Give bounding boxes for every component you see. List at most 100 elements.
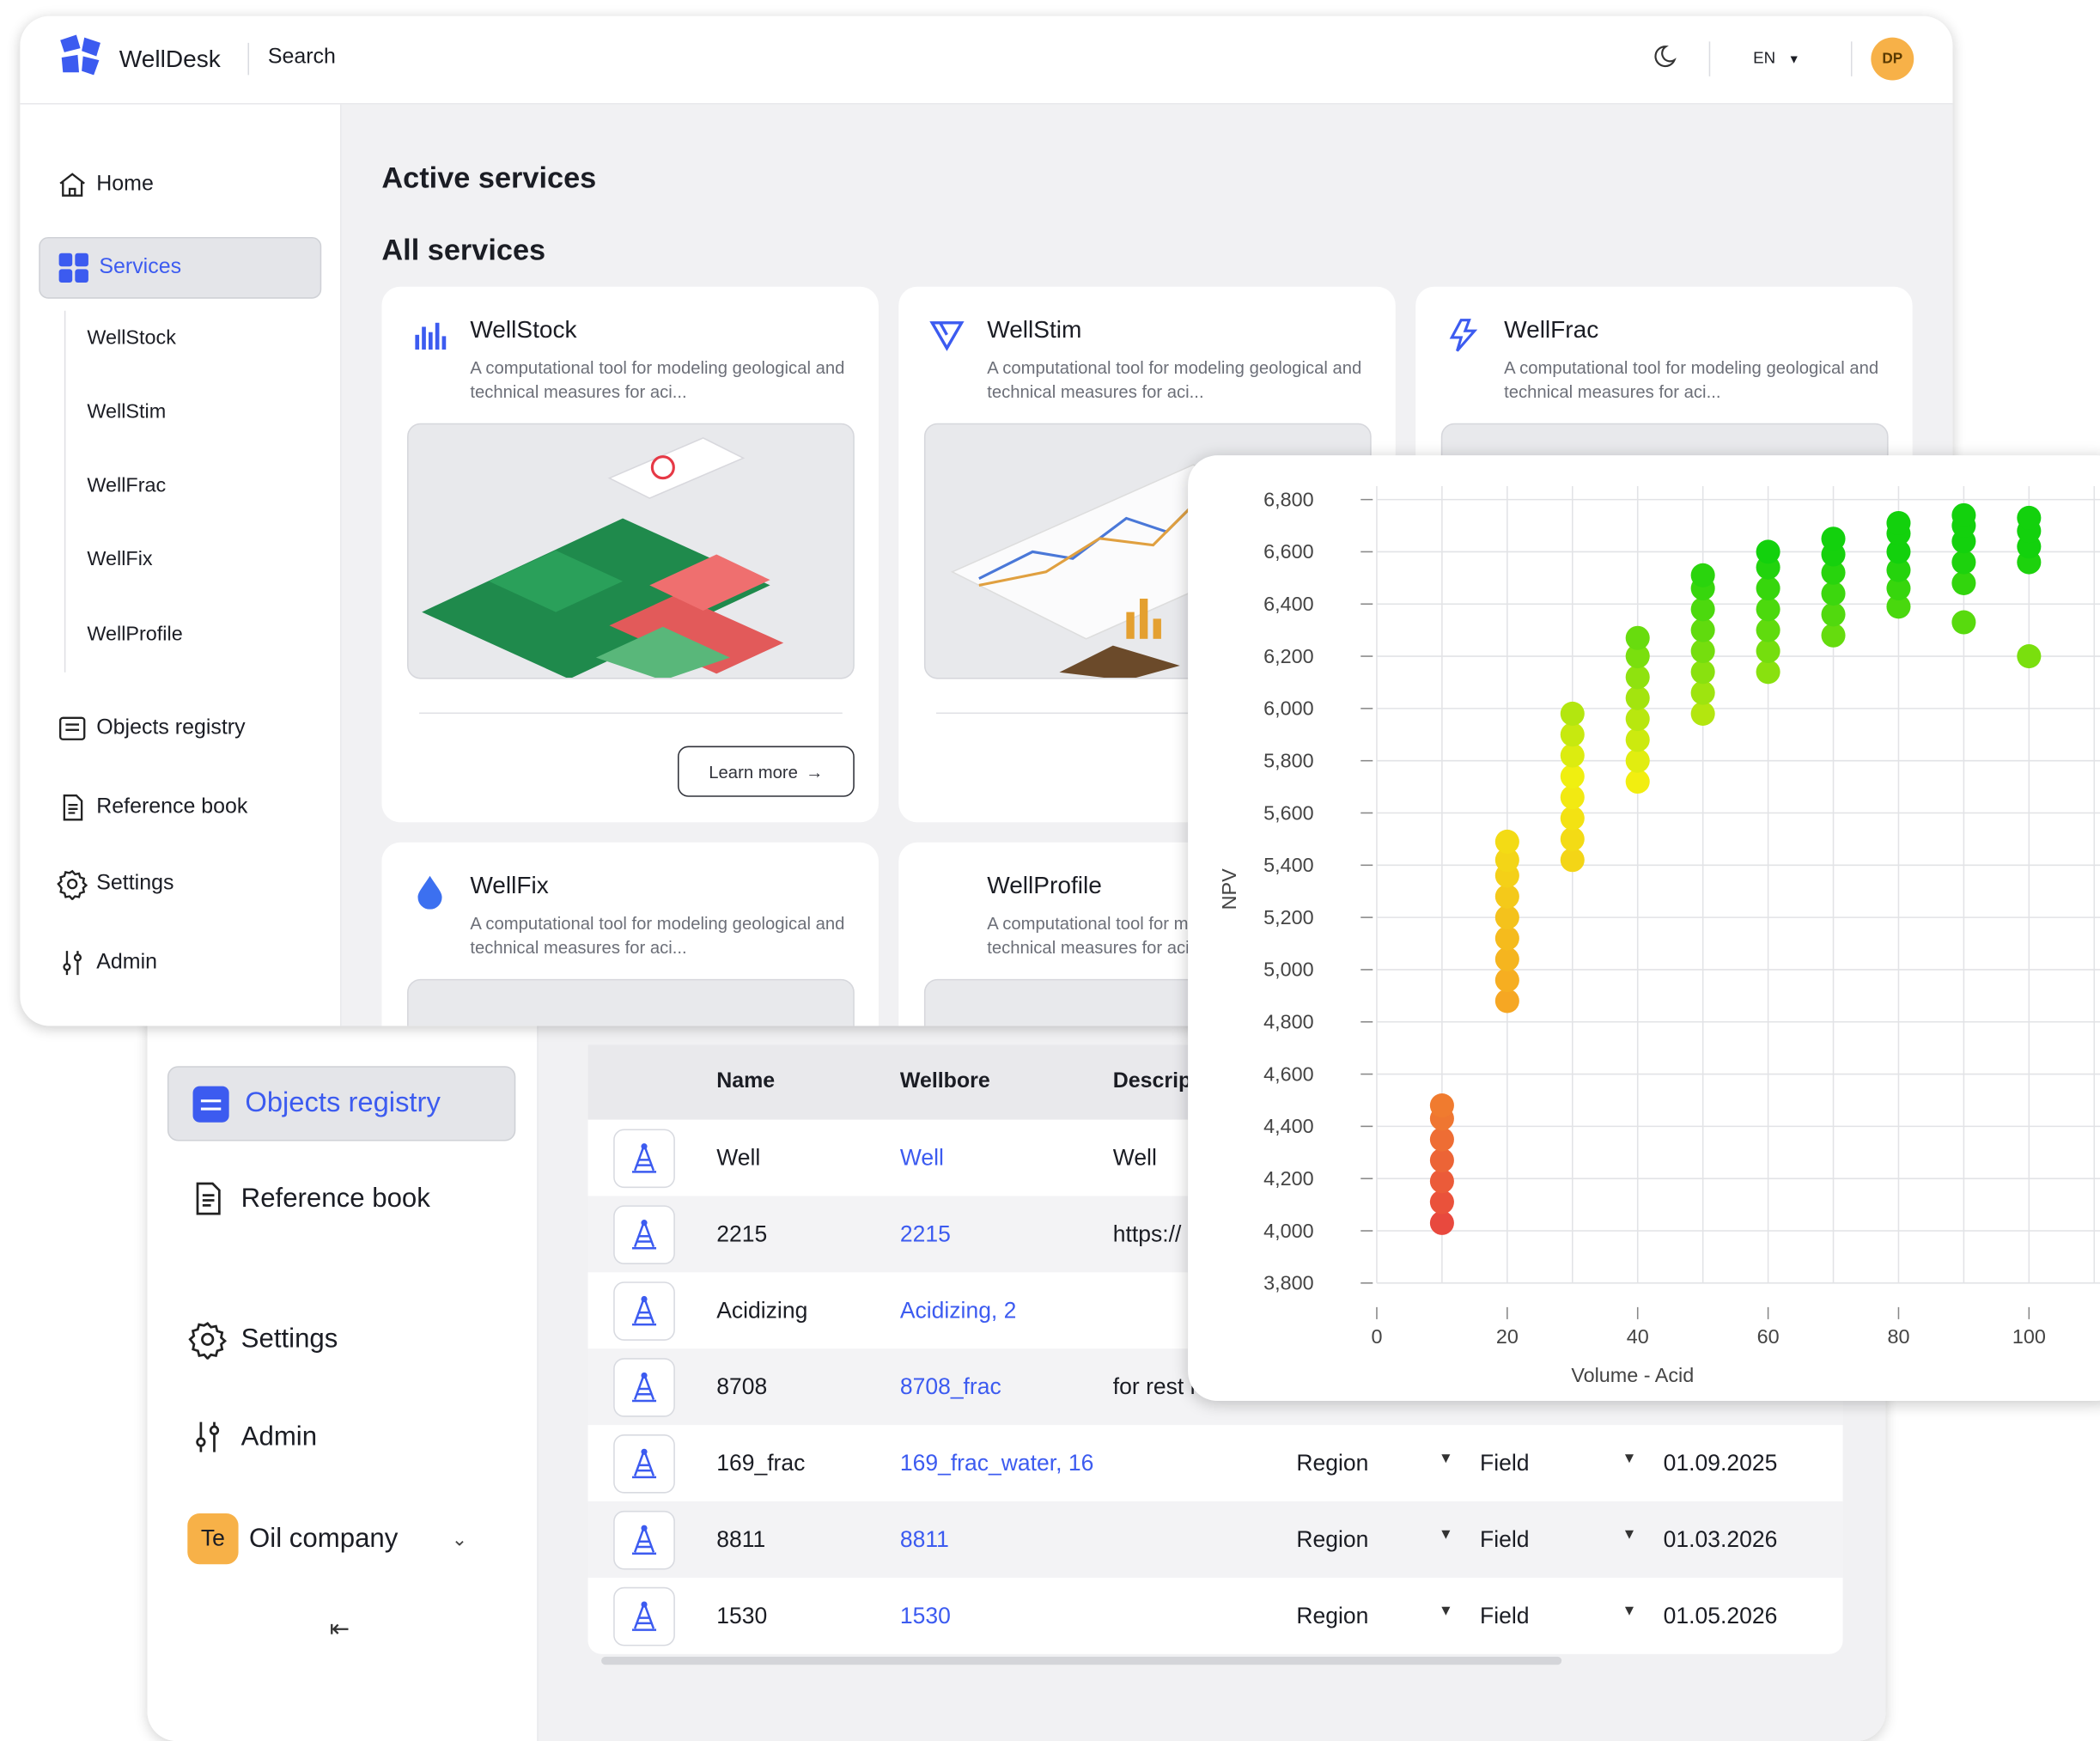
scatter-point[interactable] <box>1821 623 1846 648</box>
scatter-point[interactable] <box>1756 575 1780 601</box>
cell-wellbore-link[interactable]: Well <box>900 1144 1113 1171</box>
scatter-point[interactable] <box>1494 926 1519 951</box>
service-card-wellfix[interactable]: WellFix A computational tool for modelin… <box>381 842 879 1026</box>
scatter-point[interactable] <box>1494 884 1519 909</box>
sidebar-item-admin[interactable]: Admin <box>56 947 157 978</box>
field-select[interactable]: Field ▼ <box>1480 1603 1664 1629</box>
scatter-point[interactable] <box>1429 1210 1454 1235</box>
search-link[interactable]: Search <box>268 46 336 70</box>
table-row[interactable]: 8811 8811 Region ▼ Field ▼ 01.03.2026 <box>587 1501 1843 1578</box>
scatter-point[interactable] <box>1429 1127 1454 1152</box>
sidebar-item-services[interactable]: Services <box>39 236 322 299</box>
cell-wellbore-link[interactable]: 2215 <box>900 1221 1113 1247</box>
scatter-point[interactable] <box>1951 550 1976 575</box>
scatter-point[interactable] <box>1494 905 1519 930</box>
submenu-item-wellprofile[interactable]: WellProfile <box>87 623 182 646</box>
scatter-point[interactable] <box>1690 660 1715 685</box>
oil-rig-icon[interactable] <box>613 1204 675 1264</box>
learn-more-button[interactable]: Learn more → <box>678 746 855 797</box>
organization-switcher[interactable]: Te Oil company ⌄ <box>187 1513 467 1565</box>
field-select[interactable]: Field ▼ <box>1480 1450 1664 1476</box>
sidebar-item-objects-registry[interactable]: Objects registry <box>56 713 246 745</box>
scatter-point[interactable] <box>1625 625 1650 650</box>
sidebar-item-reference-book[interactable]: Reference book <box>187 1178 430 1219</box>
user-avatar[interactable]: DP <box>1871 37 1914 81</box>
language-select[interactable]: EN ▼ <box>1753 48 1799 67</box>
collapse-sidebar-icon[interactable]: ⇤ <box>330 1616 350 1644</box>
scatter-point[interactable] <box>1560 764 1585 788</box>
service-card-wellstock[interactable]: WellStock A computational tool for model… <box>381 286 879 823</box>
scatter-point[interactable] <box>1560 806 1585 831</box>
scatter-point[interactable] <box>1951 502 1976 527</box>
scatter-point[interactable] <box>1494 947 1519 971</box>
scatter-point[interactable] <box>1821 527 1846 551</box>
scatter-point[interactable] <box>1821 602 1846 627</box>
scatter-point[interactable] <box>1821 581 1846 606</box>
scatter-point[interactable] <box>1951 570 1976 595</box>
oil-rig-icon[interactable] <box>613 1434 675 1493</box>
scatter-point[interactable] <box>1560 785 1585 810</box>
oil-rig-icon[interactable] <box>613 1281 675 1341</box>
scatter-point[interactable] <box>1429 1190 1454 1214</box>
sidebar-item-objects-registry[interactable]: Objects registry <box>167 1066 516 1141</box>
oil-rig-icon[interactable] <box>613 1510 675 1569</box>
welldesk-logo-icon[interactable] <box>58 32 103 77</box>
scatter-point[interactable] <box>1494 989 1519 1014</box>
moon-icon[interactable] <box>1648 43 1677 72</box>
scatter-point[interactable] <box>1690 638 1715 664</box>
cell-wellbore-link[interactable]: 8811 <box>900 1526 1113 1553</box>
scatter-point[interactable] <box>1560 743 1585 768</box>
scatter-point[interactable] <box>1690 701 1715 726</box>
scatter-point[interactable] <box>1951 610 1976 635</box>
scatter-point[interactable] <box>1756 618 1780 642</box>
column-header-name[interactable]: Name <box>716 1070 900 1094</box>
sidebar-item-home[interactable]: Home <box>56 168 154 200</box>
scatter-point[interactable] <box>1625 727 1650 752</box>
scatter-point[interactable] <box>1690 563 1715 587</box>
cell-wellbore-link[interactable]: 8708_frac <box>900 1373 1113 1400</box>
sidebar-item-settings[interactable]: Settings <box>56 867 173 900</box>
scatter-point[interactable] <box>1560 722 1585 747</box>
table-row[interactable]: 1530 1530 Region ▼ Field ▼ 01.05.2026 <box>588 1578 1843 1654</box>
scatter-point[interactable] <box>1625 748 1650 773</box>
region-select[interactable]: Region ▼ <box>1296 1526 1480 1553</box>
sidebar-item-reference-book[interactable]: Reference book <box>56 792 247 824</box>
cell-wellbore-link[interactable]: 1530 <box>900 1603 1113 1629</box>
oil-rig-icon[interactable] <box>613 1128 675 1188</box>
scatter-point[interactable] <box>1756 597 1780 622</box>
horizontal-scrollbar[interactable] <box>601 1656 1562 1665</box>
scatter-point[interactable] <box>1494 968 1519 993</box>
scatter-point[interactable] <box>1690 597 1715 622</box>
scatter-point[interactable] <box>1429 1093 1454 1118</box>
region-select[interactable]: Region ▼ <box>1296 1603 1480 1629</box>
table-row[interactable]: 169_frac 169_frac_water, 16 Region ▼ Field ▼ 0… <box>588 1425 1843 1501</box>
submenu-item-wellstock[interactable]: WellStock <box>87 326 176 350</box>
scatter-point[interactable] <box>2017 505 2042 530</box>
submenu-item-wellstim[interactable]: WellStim <box>87 400 166 423</box>
scatter-point[interactable] <box>1560 826 1585 851</box>
scatter-point[interactable] <box>1625 665 1650 690</box>
scatter-point[interactable] <box>1429 1169 1454 1194</box>
scatter-point[interactable] <box>1494 829 1519 854</box>
field-select[interactable]: Field ▼ <box>1480 1526 1664 1553</box>
sidebar-item-admin[interactable]: Admin <box>187 1417 317 1458</box>
scatter-point[interactable] <box>1560 701 1585 726</box>
scatter-point[interactable] <box>1756 638 1780 664</box>
scatter-point[interactable] <box>1756 660 1780 685</box>
cell-wellbore-link[interactable]: Acidizing, 2 <box>900 1297 1113 1324</box>
cell-wellbore-link[interactable]: 169_frac_water, 16 <box>900 1450 1113 1476</box>
scatter-point[interactable] <box>1886 510 1911 536</box>
submenu-item-wellfrac[interactable]: WellFrac <box>87 474 166 497</box>
scatter-point[interactable] <box>1625 706 1650 732</box>
oil-rig-icon[interactable] <box>613 1357 675 1416</box>
scatter-point[interactable] <box>1690 618 1715 642</box>
scatter-point[interactable] <box>1625 769 1650 794</box>
submenu-item-wellfix[interactable]: WellFix <box>87 548 152 571</box>
region-select[interactable]: Region ▼ <box>1296 1450 1480 1476</box>
scatter-point[interactable] <box>1429 1147 1454 1172</box>
scatter-point[interactable] <box>1756 539 1780 564</box>
scatter-point[interactable] <box>2017 644 2042 669</box>
scatter-point[interactable] <box>1690 680 1715 705</box>
oil-rig-icon[interactable] <box>613 1586 675 1646</box>
scatter-point[interactable] <box>1560 848 1585 873</box>
